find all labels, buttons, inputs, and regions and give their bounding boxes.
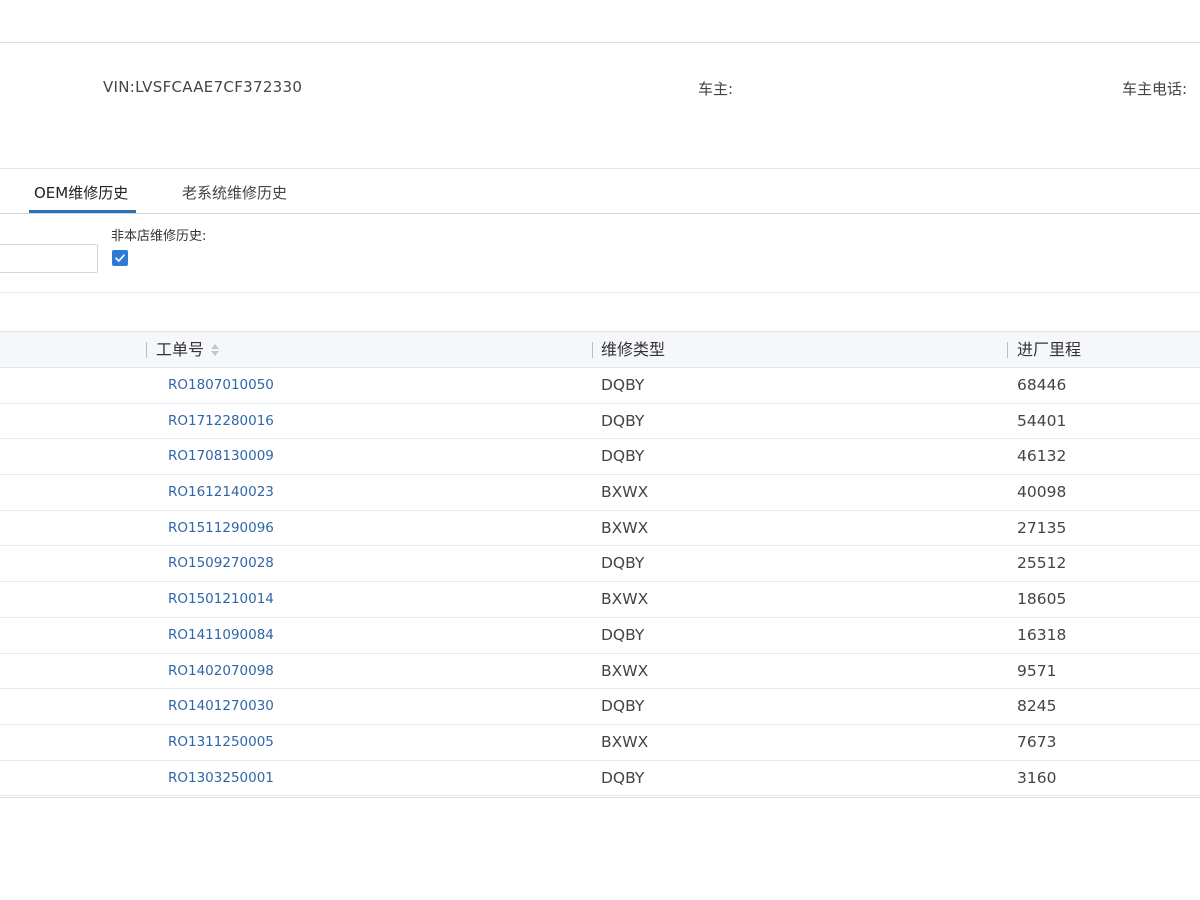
ro-number-link[interactable]: RO1501210014 [168, 582, 274, 617]
ro-number-link[interactable]: RO1303250001 [168, 761, 274, 796]
repair-type-cell: DQBY [601, 768, 645, 787]
repair-type-cell: BXWX [601, 518, 649, 537]
ro-number-link[interactable]: RO1311250005 [168, 725, 274, 760]
mileage-cell: 18605 [1017, 590, 1067, 609]
table-row: RO1708130009 DQBY 46132 [0, 439, 1200, 476]
vin-value: LVSFCAAE7CF372330 [135, 78, 303, 96]
table-row: RO1303250001 DQBY 3160 [0, 761, 1200, 797]
ro-number-link[interactable]: RO1712280016 [168, 404, 274, 439]
header-ro-number-label: 工单号 [156, 340, 205, 359]
mileage-cell: 46132 [1017, 447, 1067, 466]
mileage-cell: 3160 [1017, 768, 1057, 787]
ro-number-link[interactable]: RO1708130009 [168, 439, 274, 474]
table-header: 工单号 维修类型 进厂里程 [0, 331, 1200, 368]
ro-number-link[interactable]: RO1401270030 [168, 689, 274, 724]
checkmark-icon [115, 254, 125, 262]
repair-type-cell: DQBY [601, 697, 645, 716]
repair-type-cell: BXWX [601, 661, 649, 680]
table-row: RO1401270030 DQBY 8245 [0, 689, 1200, 725]
non-store-history-checkbox[interactable] [112, 250, 128, 266]
owner-label: 车主: [698, 80, 734, 98]
ro-number-link[interactable]: RO1807010050 [168, 368, 274, 403]
mileage-cell: 9571 [1017, 661, 1057, 680]
table-bottom-border [0, 797, 1200, 798]
owner-phone-field: 车主电话: [1122, 78, 1187, 99]
mileage-cell: 27135 [1017, 518, 1067, 537]
tab-oem-history[interactable]: OEM维修历史 [34, 182, 128, 203]
table-row: RO1612140023 BXWX 40098 [0, 475, 1200, 511]
table-body: RO1807010050 DQBY 68446 RO1712280016 DQBY 544… [0, 368, 1200, 797]
table-row: RO1411090084 DQBY 16318 [0, 618, 1200, 654]
ro-number-link[interactable]: RO1612140023 [168, 475, 274, 510]
table-row: RO1511290096 BXWX 27135 [0, 511, 1200, 547]
table-row: RO1311250005 BXWX 7673 [0, 725, 1200, 761]
mileage-cell: 68446 [1017, 376, 1067, 394]
header-mileage: 进厂里程 [1017, 340, 1082, 359]
vehicle-info: VIN:LVSFCAAE7CF372330 车主: 车主电话: [0, 78, 1200, 100]
table-row: RO1509270028 DQBY 25512 [0, 546, 1200, 583]
repair-type-cell: DQBY [601, 411, 645, 430]
ro-number-link[interactable]: RO1511290096 [168, 511, 274, 546]
vin-label: VIN: [103, 78, 136, 96]
repair-type-cell: DQBY [601, 554, 645, 573]
tabs-border [0, 213, 1200, 214]
repair-type-cell: DQBY [601, 447, 645, 466]
filter-input[interactable] [0, 244, 98, 273]
repair-type-cell: BXWX [601, 483, 649, 502]
table-row: RO1807010050 DQBY 68446 [0, 368, 1200, 404]
ro-number-link[interactable]: RO1411090084 [168, 618, 274, 653]
history-tabs: OEM维修历史 老系统维修历史 [0, 170, 1200, 214]
mileage-cell: 7673 [1017, 732, 1057, 751]
column-separator [146, 342, 147, 358]
vin-field: VIN:LVSFCAAE7CF372330 [103, 78, 302, 96]
column-separator [592, 342, 593, 358]
table-row: RO1501210014 BXWX 18605 [0, 582, 1200, 618]
mileage-cell: 54401 [1017, 411, 1067, 430]
owner-phone-label: 车主电话: [1122, 80, 1188, 98]
section-divider [0, 168, 1200, 169]
repair-type-cell: BXWX [601, 590, 649, 609]
top-divider [0, 42, 1200, 43]
ro-number-link[interactable]: RO1509270028 [168, 546, 274, 581]
repair-history-table: 工单号 维修类型 进厂里程 RO1807010050 DQBY 68446 RO171… [0, 331, 1200, 797]
mileage-cell: 8245 [1017, 697, 1057, 716]
repair-type-cell: DQBY [601, 625, 645, 644]
ro-number-link[interactable]: RO1402070098 [168, 654, 274, 689]
header-repair-type: 维修类型 [601, 340, 666, 359]
mileage-cell: 16318 [1017, 625, 1067, 644]
table-row: RO1712280016 DQBY 54401 [0, 404, 1200, 440]
column-separator [1007, 342, 1008, 358]
header-ro-number[interactable]: 工单号 [156, 332, 220, 368]
repair-type-cell: BXWX [601, 732, 649, 751]
repair-type-cell: DQBY [601, 376, 645, 394]
sort-icon[interactable] [210, 343, 220, 357]
mileage-cell: 25512 [1017, 554, 1067, 573]
non-store-history-label: 非本店维修历史: [111, 229, 207, 244]
tab-legacy-history[interactable]: 老系统维修历史 [182, 182, 287, 203]
filter-divider [0, 292, 1200, 293]
mileage-cell: 40098 [1017, 483, 1067, 502]
owner-field: 车主: [698, 78, 733, 99]
table-row: RO1402070098 BXWX 9571 [0, 654, 1200, 690]
